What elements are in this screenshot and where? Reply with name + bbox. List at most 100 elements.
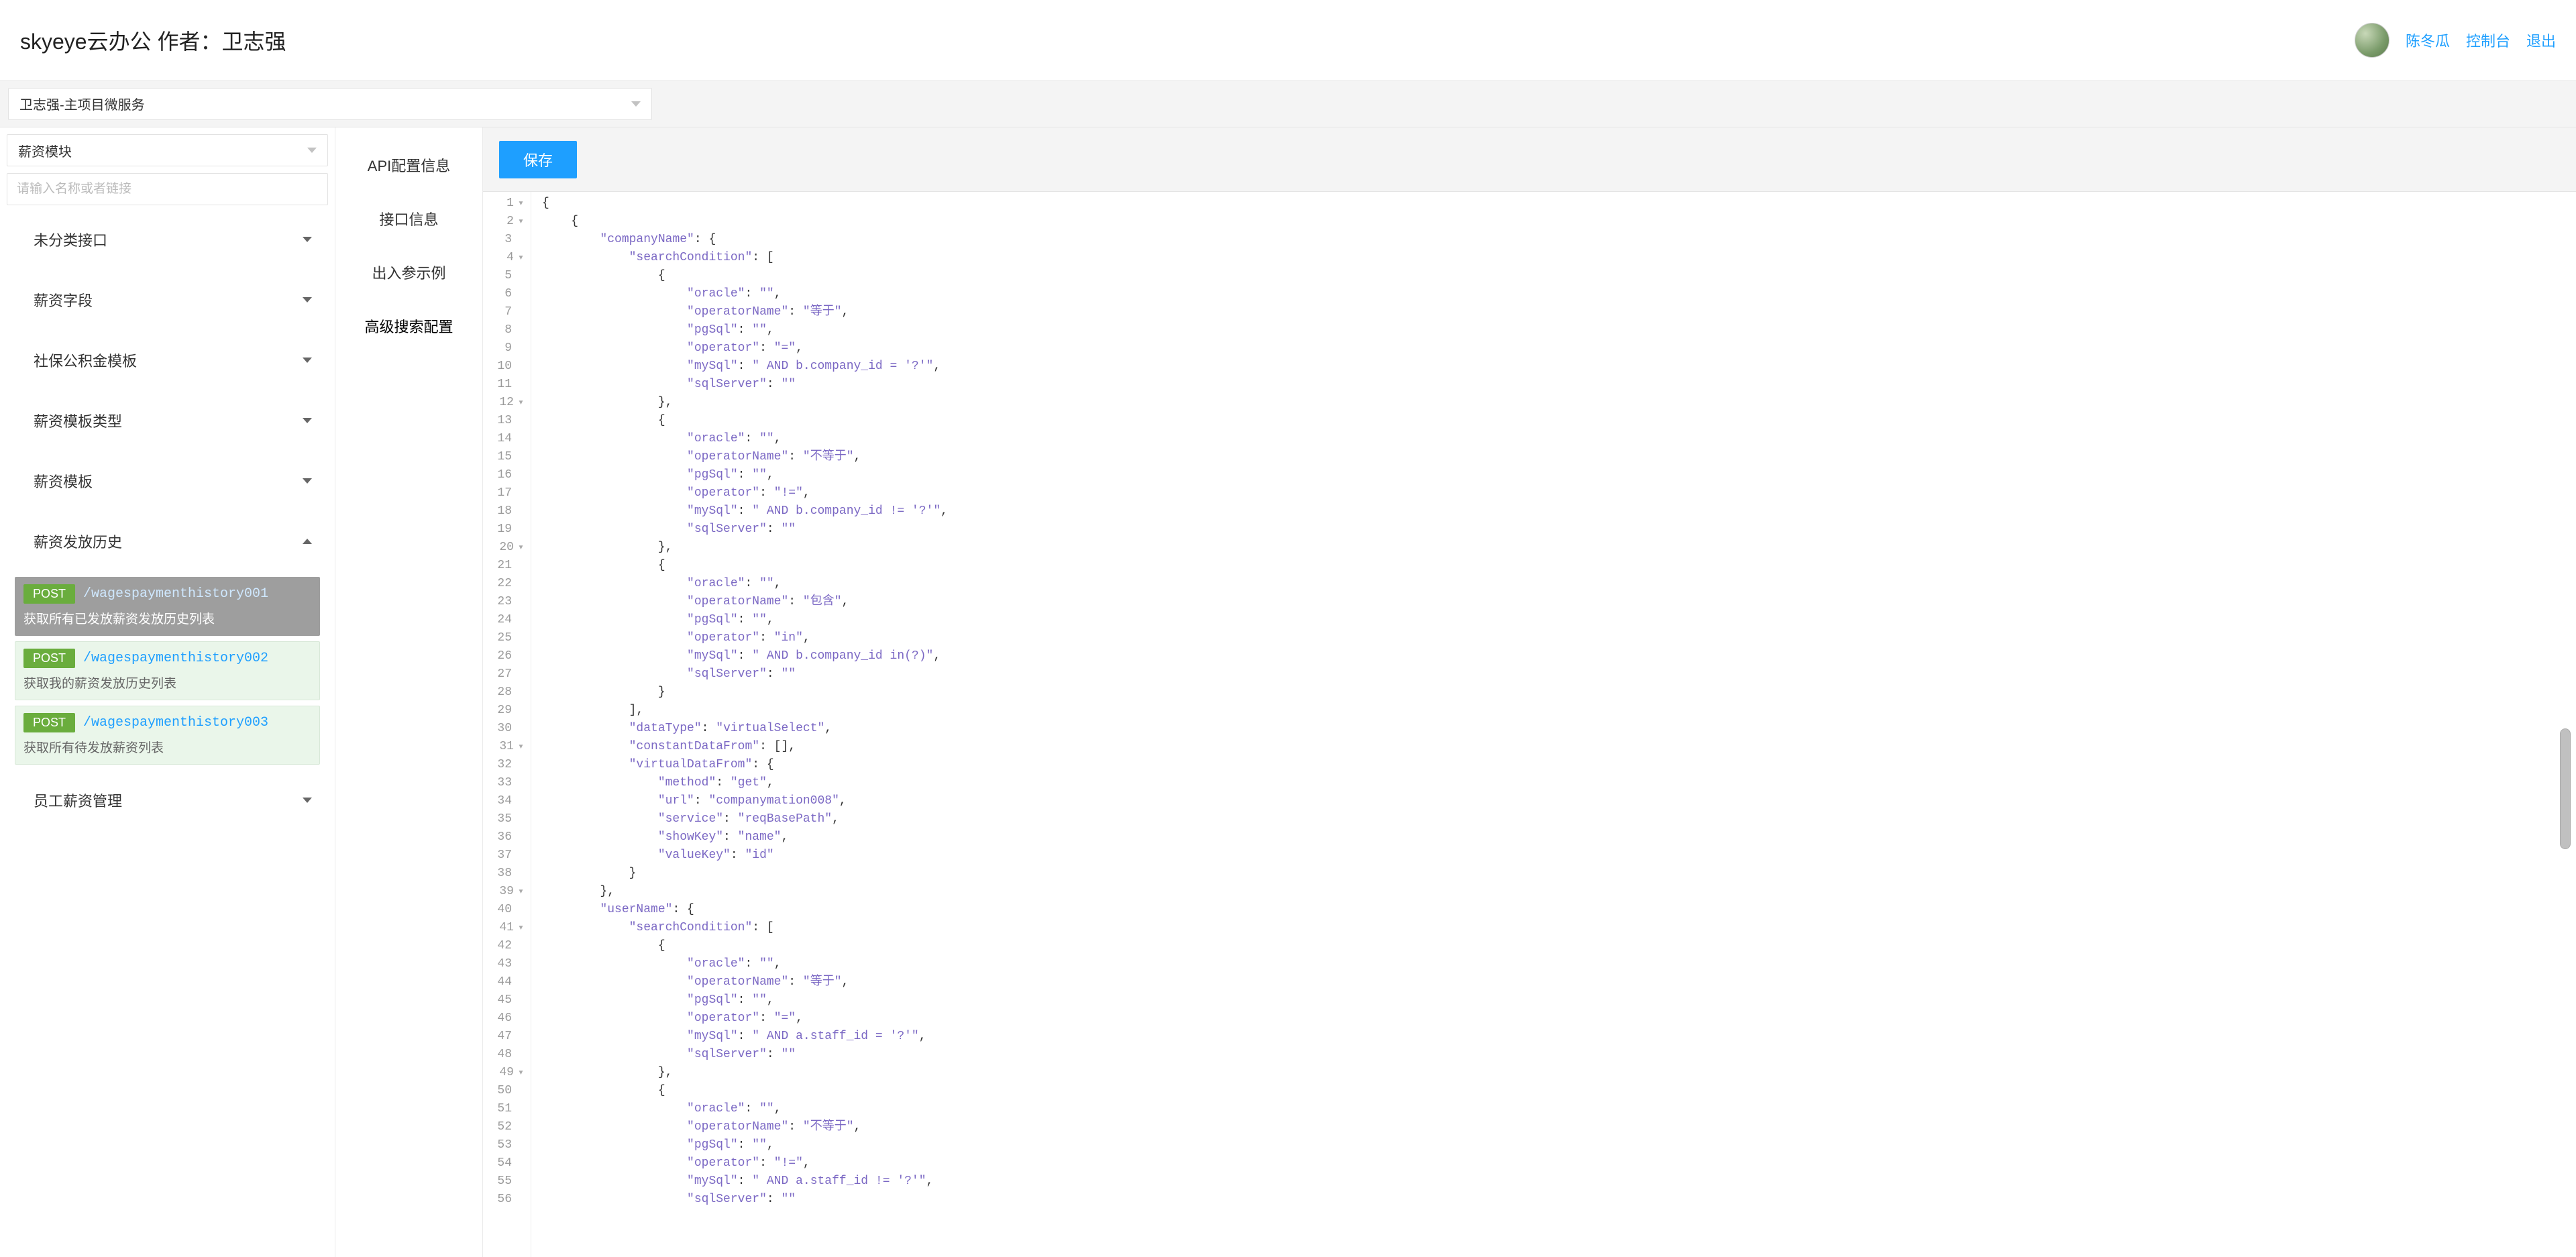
tree-item-label: 薪资字段 [34, 289, 93, 311]
avatar[interactable] [2355, 23, 2390, 58]
api-item[interactable]: POST/wagespaymenthistory001 获取所有已发放薪资发放历史… [15, 577, 320, 636]
fold-icon[interactable]: ▾ [518, 213, 524, 231]
line-number: 42 [483, 937, 531, 955]
line-number: 22 [483, 575, 531, 593]
line-number: 37 [483, 846, 531, 865]
tab-advanced-search[interactable]: 高级搜索配置 [335, 299, 482, 353]
fold-icon[interactable]: ▾ [518, 883, 524, 901]
console-link[interactable]: 控制台 [2466, 30, 2510, 51]
editor-code[interactable]: { { "companyName": { "searchCondition": … [531, 192, 2576, 1257]
tree-item-label: 薪资模板 [34, 470, 93, 492]
tree-item[interactable]: 薪资发放历史 [7, 511, 328, 571]
api-path: /wagespaymenthistory003 [83, 715, 268, 730]
tree-item[interactable]: 员工薪资管理 [7, 770, 328, 830]
line-number: 36 [483, 828, 531, 846]
api-item[interactable]: POST/wagespaymenthistory003 获取所有待发放薪资列表 [15, 706, 320, 765]
line-number: 30 [483, 720, 531, 738]
line-number: 53 [483, 1136, 531, 1154]
api-tree: 未分类接口薪资字段社保公积金模板薪资模板类型薪资模板薪资发放历史 POST/wag… [7, 209, 328, 830]
line-number: 32 [483, 756, 531, 774]
line-number: 51 [483, 1100, 531, 1118]
api-item[interactable]: POST/wagespaymenthistory002获取我的薪资发放历史列表 [15, 641, 320, 700]
line-number: 49 ▾ [483, 1064, 531, 1082]
line-number: 21 [483, 557, 531, 575]
line-number: 7 [483, 303, 531, 321]
line-number: 45 [483, 991, 531, 1009]
api-desc: 获取所有待发放薪资列表 [23, 738, 311, 756]
fold-icon[interactable]: ▾ [518, 1064, 524, 1082]
line-number: 31 ▾ [483, 738, 531, 756]
line-number: 20 ▾ [483, 539, 531, 557]
fold-icon[interactable]: ▾ [518, 394, 524, 412]
line-number: 9 [483, 339, 531, 358]
tree-item[interactable]: 薪资模板类型 [7, 390, 328, 451]
sidebar-left: 薪资模块 未分类接口薪资字段社保公积金模板薪资模板类型薪资模板薪资发放历史 POS… [0, 127, 335, 1257]
chevron-down-icon [303, 297, 312, 303]
fold-icon[interactable]: ▾ [518, 919, 524, 937]
header: skyeye云办公 作者：卫志强 陈冬瓜 控制台 退出 [0, 0, 2576, 80]
line-number: 5 [483, 267, 531, 285]
tree-item-label: 薪资发放历史 [34, 531, 122, 552]
fold-icon[interactable]: ▾ [518, 738, 524, 756]
chevron-down-icon [303, 478, 312, 484]
scroll-thumb[interactable] [2560, 728, 2571, 849]
line-number: 26 [483, 647, 531, 665]
chevron-down-icon [303, 418, 312, 423]
logout-link[interactable]: 退出 [2526, 30, 2556, 51]
line-number: 24 [483, 611, 531, 629]
code-editor[interactable]: 1 ▾2 ▾3 4 ▾5 6 7 8 9 10 11 12 ▾13 14 15 … [483, 192, 2576, 1257]
sidebar-mid: API配置信息接口信息出入参示例高级搜索配置 [335, 127, 483, 1257]
tree-item[interactable]: 薪资模板 [7, 451, 328, 511]
line-number: 35 [483, 810, 531, 828]
line-number: 2 ▾ [483, 213, 531, 231]
save-button[interactable]: 保存 [499, 141, 577, 178]
tree-item[interactable]: 薪资字段 [7, 270, 328, 330]
line-number: 13 [483, 412, 531, 430]
line-number: 44 [483, 973, 531, 991]
module-select-value: 薪资模块 [18, 141, 72, 160]
search-input[interactable] [7, 173, 328, 205]
tab-api-config[interactable]: API配置信息 [335, 138, 482, 192]
line-number: 50 [483, 1082, 531, 1100]
line-number: 1 ▾ [483, 195, 531, 213]
api-path: /wagespaymenthistory001 [83, 586, 268, 602]
tab-interface-info[interactable]: 接口信息 [335, 192, 482, 245]
editor-gutter: 1 ▾2 ▾3 4 ▾5 6 7 8 9 10 11 12 ▾13 14 15 … [483, 192, 531, 1257]
method-badge: POST [23, 713, 75, 732]
chevron-up-icon [303, 539, 312, 544]
scrollbar-vertical[interactable] [2556, 192, 2572, 1257]
chevron-down-icon [303, 237, 312, 242]
tree-item[interactable]: 社保公积金模板 [7, 330, 328, 390]
tree-item-label: 薪资模板类型 [34, 410, 122, 431]
tab-params-example[interactable]: 出入参示例 [335, 245, 482, 299]
user-name-link[interactable]: 陈冬瓜 [2406, 30, 2450, 51]
module-select[interactable]: 薪资模块 [7, 134, 328, 166]
chevron-down-icon [631, 101, 641, 107]
fold-icon[interactable]: ▾ [518, 539, 524, 557]
line-number: 23 [483, 593, 531, 611]
line-number: 39 ▾ [483, 883, 531, 901]
project-select-value: 卫志强-主项目微服务 [19, 94, 145, 113]
line-number: 12 ▾ [483, 394, 531, 412]
line-number: 48 [483, 1046, 531, 1064]
api-desc: 获取我的薪资发放历史列表 [23, 673, 311, 692]
tree-item-label: 员工薪资管理 [34, 789, 122, 811]
line-number: 40 [483, 901, 531, 919]
project-select[interactable]: 卫志强-主项目微服务 [8, 88, 652, 120]
chevron-down-icon [303, 798, 312, 803]
fold-icon[interactable]: ▾ [518, 195, 524, 213]
line-number: 14 [483, 430, 531, 448]
chevron-down-icon [303, 358, 312, 363]
line-number: 27 [483, 665, 531, 684]
line-number: 4 ▾ [483, 249, 531, 267]
line-number: 54 [483, 1154, 531, 1172]
api-desc: 获取所有已发放薪资发放历史列表 [23, 609, 311, 627]
line-number: 18 [483, 502, 531, 521]
fold-icon[interactable]: ▾ [518, 249, 524, 267]
method-badge: POST [23, 584, 75, 604]
line-number: 28 [483, 684, 531, 702]
line-number: 17 [483, 484, 531, 502]
line-number: 6 [483, 285, 531, 303]
tree-item[interactable]: 未分类接口 [7, 209, 328, 270]
line-number: 11 [483, 376, 531, 394]
